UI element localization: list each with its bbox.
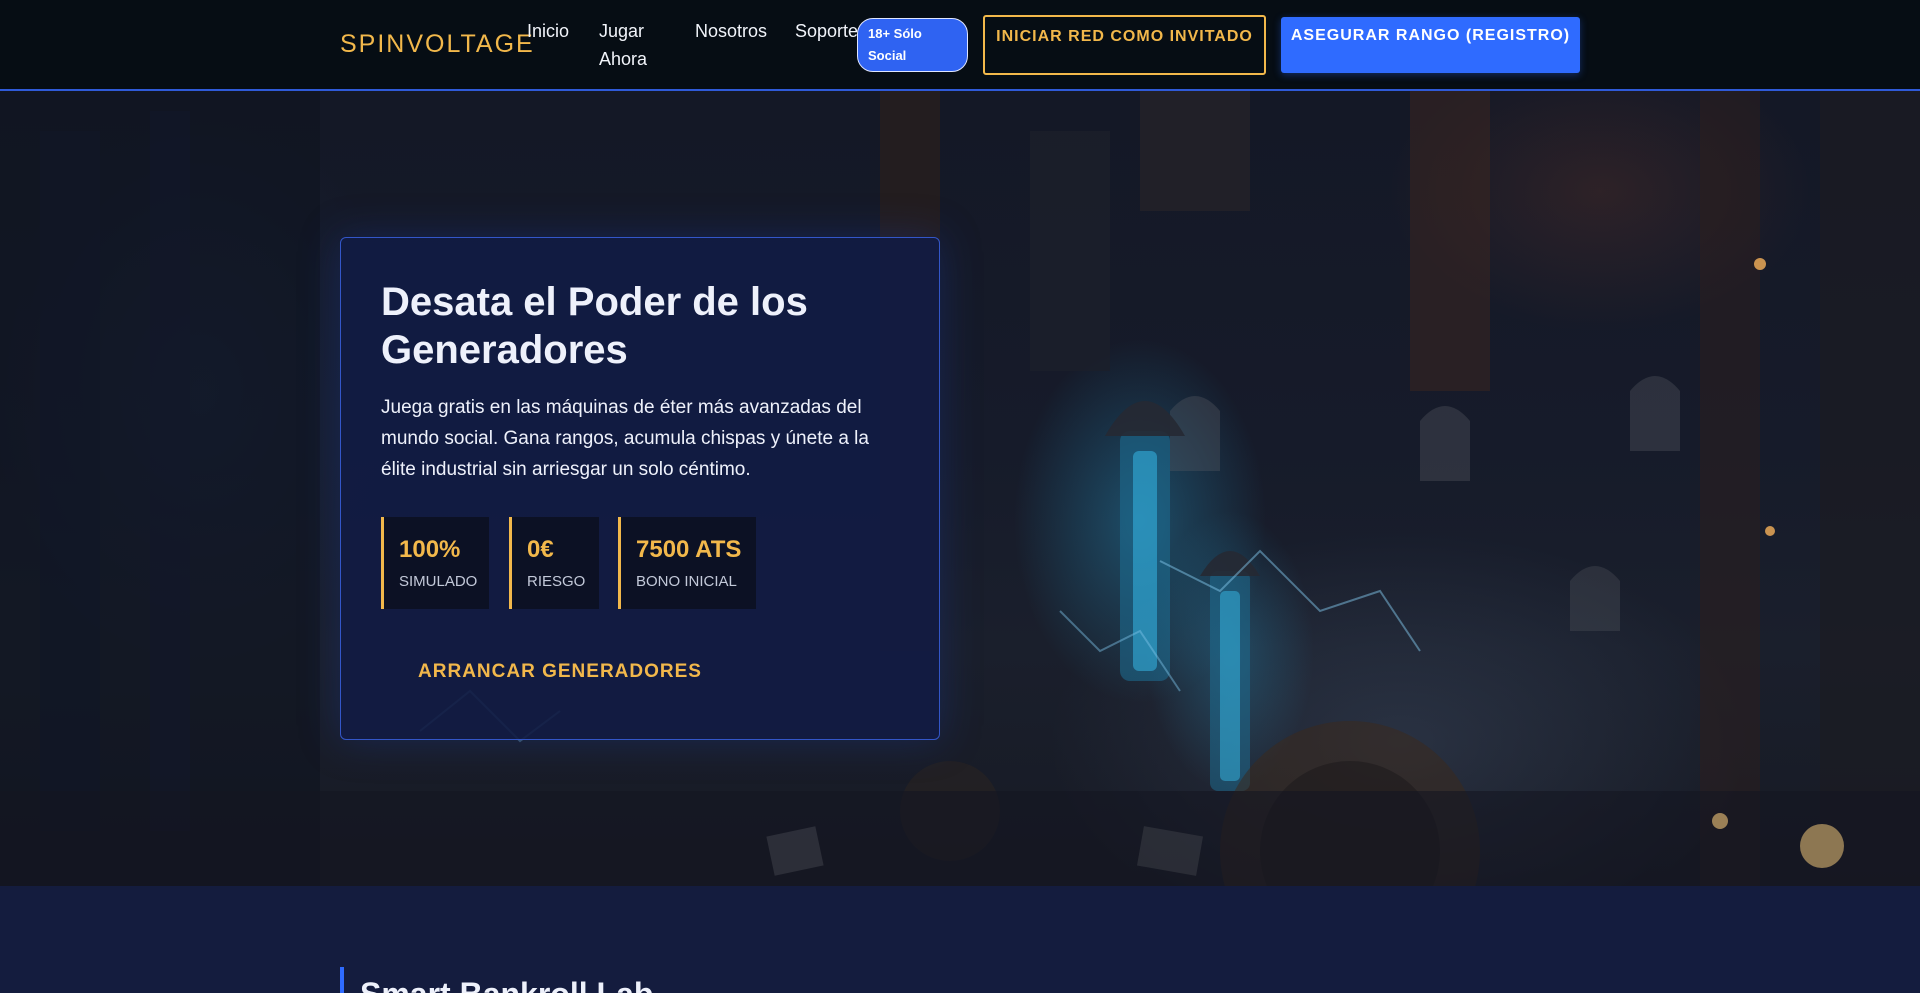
stat-label: BONO INICIAL bbox=[636, 573, 737, 590]
hero-description: Juega gratis en las máquinas de éter más… bbox=[381, 397, 869, 480]
site-header: SPINVOLTAGE Inicio Jugar Ahora Nosotros … bbox=[0, 0, 1920, 91]
site-logo[interactable]: SPINVOLTAGE bbox=[340, 30, 535, 59]
section-accent-bar bbox=[340, 967, 344, 993]
stat-bono-inicial: 7500 ATS BONO INICIAL bbox=[618, 517, 756, 609]
stat-value: 100% bbox=[399, 536, 461, 563]
start-generators-button[interactable]: ARRANCAR GENERADORES bbox=[381, 646, 739, 698]
guest-login-button[interactable]: INICIAR RED COMO INVITADO bbox=[983, 15, 1266, 75]
stat-value: 0€ bbox=[527, 536, 554, 563]
hero-card: Desata el Poder de los Generadores Juega… bbox=[340, 237, 940, 740]
nav-link-jugar-ahora[interactable]: Jugar Ahora bbox=[599, 17, 659, 73]
nav-link-nosotros[interactable]: Nosotros bbox=[695, 17, 767, 45]
hero-background-illustration bbox=[0, 91, 1920, 886]
section-title: Smart Bankroll Lab bbox=[360, 974, 653, 993]
nav-link-soporte[interactable]: Soporte bbox=[795, 17, 858, 45]
stat-label: SIMULADO bbox=[399, 573, 478, 590]
age-restriction-badge: 18+ Sólo Social bbox=[857, 18, 968, 72]
nav-link-inicio[interactable]: Inicio bbox=[527, 17, 569, 45]
hero-section: Desata el Poder de los Generadores Juega… bbox=[0, 91, 1920, 886]
stat-label: RIESGO bbox=[527, 573, 586, 590]
register-button[interactable]: ASEGURAR RANGO (REGISTRO) bbox=[1281, 17, 1580, 73]
stat-value: 7500 ATS bbox=[636, 536, 742, 563]
bankroll-lab-section: Smart Bankroll Lab bbox=[0, 886, 1920, 993]
hero-title: Desata el Poder de los Generadores bbox=[381, 280, 808, 372]
stat-simulado: 100% SIMULADO bbox=[381, 517, 489, 609]
stat-riesgo: 0€ RIESGO bbox=[509, 517, 599, 609]
